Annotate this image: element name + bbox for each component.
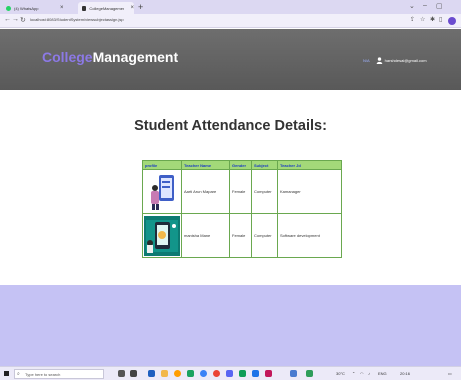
bookmark-icon[interactable]: ☆ [420, 16, 425, 23]
close-tab-icon[interactable]: × [130, 5, 134, 11]
profile-cell [142, 169, 182, 214]
column-header-teacher-name: Teacher Name [181, 160, 230, 170]
weather-temp[interactable]: 30°C [336, 371, 345, 376]
tab-college-management[interactable]: CollegeManagement × [78, 2, 134, 14]
page-icon [82, 5, 87, 11]
page-footer [0, 285, 461, 366]
column-header-subject: Subject [251, 160, 278, 170]
teacher-name-cell: Aarti Arun Mapare [181, 169, 230, 214]
app-icon[interactable] [239, 370, 246, 377]
back-icon[interactable]: ← [4, 16, 11, 23]
table-header-row: profile Teacher Name Gender Subject Teac… [142, 160, 342, 170]
teacher-jd-cell: Software development [277, 213, 342, 258]
column-header-gender: Gender [229, 160, 252, 170]
teacher-profile-image [144, 215, 180, 256]
volume-icon[interactable]: ♪ [368, 371, 370, 376]
tab-label: (4) WhatsApp [14, 5, 39, 11]
taskbar: ⌕ Type here to search 30°C ⌃ ◠ ♪ ENG 20:… [0, 366, 461, 380]
user-link[interactable]: N/A [363, 58, 370, 63]
column-header-teacher-jd: Teacher Jd [277, 160, 342, 170]
vscode-icon[interactable] [252, 370, 259, 377]
teacher-jd-cell: Kamanager [277, 169, 342, 214]
profile-avatar[interactable] [448, 17, 456, 25]
chrome-icon[interactable] [213, 370, 220, 377]
clock-time[interactable]: 20:16 [400, 371, 410, 376]
app-icon[interactable] [226, 370, 233, 377]
tab-whatsapp[interactable]: (4) WhatsApp × [2, 2, 74, 14]
app-icon[interactable] [306, 370, 313, 377]
attendance-table: profile Teacher Name Gender Subject Teac… [142, 160, 342, 258]
new-tab-button[interactable]: + [138, 2, 143, 12]
minimize-icon[interactable]: – [423, 2, 427, 9]
extensions-icon[interactable]: ✱ [430, 16, 435, 23]
vlc-icon[interactable] [174, 370, 181, 377]
teacher-name-cell: manisha Mane [181, 213, 230, 258]
brand-part-college: College [42, 49, 93, 65]
network-icon[interactable]: ◠ [360, 371, 364, 376]
tray-chevron-icon[interactable]: ⌃ [352, 371, 355, 376]
table-row: Aarti Arun Mapare Female Computer Kamana… [142, 169, 342, 214]
maximize-icon[interactable]: ▢ [436, 2, 443, 10]
notification-icon[interactable]: ▭ [448, 371, 452, 376]
gender-cell: Female [229, 169, 252, 214]
brand-part-management: Management [92, 49, 179, 65]
windows-start-icon[interactable] [4, 371, 9, 376]
whatsapp-icon [6, 5, 11, 11]
chevron-down-icon[interactable]: ⌄ [409, 2, 415, 10]
language-label[interactable]: ENG [378, 371, 387, 376]
reload-icon[interactable]: ↻ [20, 16, 26, 24]
widgets-icon[interactable] [130, 370, 137, 377]
app-icon[interactable] [187, 370, 194, 377]
user-email[interactable]: harshdesai@gmail.com [385, 58, 427, 63]
subject-cell: Computer [251, 169, 278, 214]
url-input[interactable]: localhost:8083/StudentSystem/viewsubject… [30, 17, 124, 22]
taskbar-search-input[interactable]: ⌕ Type here to search [14, 369, 104, 379]
app-header: CollegeManagement N/A harshdesai@gmail.c… [0, 29, 461, 90]
forward-icon[interactable]: → [12, 16, 19, 23]
teacher-profile-image [144, 171, 180, 212]
gender-cell: Female [229, 213, 252, 258]
edge-icon[interactable] [200, 370, 207, 377]
sidebar-icon[interactable]: ▯ [439, 16, 442, 23]
profile-cell [142, 213, 182, 258]
task-view-icon[interactable] [118, 370, 125, 377]
app-icon[interactable] [265, 370, 272, 377]
brand-logo[interactable]: CollegeManagement [42, 49, 178, 65]
share-icon[interactable]: ⇪ [410, 16, 415, 23]
browser-tab-bar: (4) WhatsApp × CollegeManagement × + ⌄ –… [0, 0, 461, 14]
tab-label: CollegeManagement [89, 5, 125, 11]
search-placeholder: Type here to search [25, 372, 61, 377]
user-icon [376, 57, 382, 64]
page-title: Student Attendance Details: [134, 118, 327, 134]
app-icon[interactable] [290, 370, 297, 377]
table-row: manisha Mane Female Computer Software de… [142, 213, 342, 258]
close-tab-icon[interactable]: × [60, 5, 64, 11]
mail-icon[interactable] [148, 370, 155, 377]
search-icon: ⌕ [17, 371, 20, 377]
address-bar: ← → ↻ localhost:8083/StudentSystem/views… [0, 14, 461, 28]
user-area: N/A harshdesai@gmail.com [363, 57, 427, 64]
subject-cell: Computer [251, 213, 278, 258]
file-explorer-icon[interactable] [161, 370, 168, 377]
column-header-profile: profile [142, 160, 182, 170]
